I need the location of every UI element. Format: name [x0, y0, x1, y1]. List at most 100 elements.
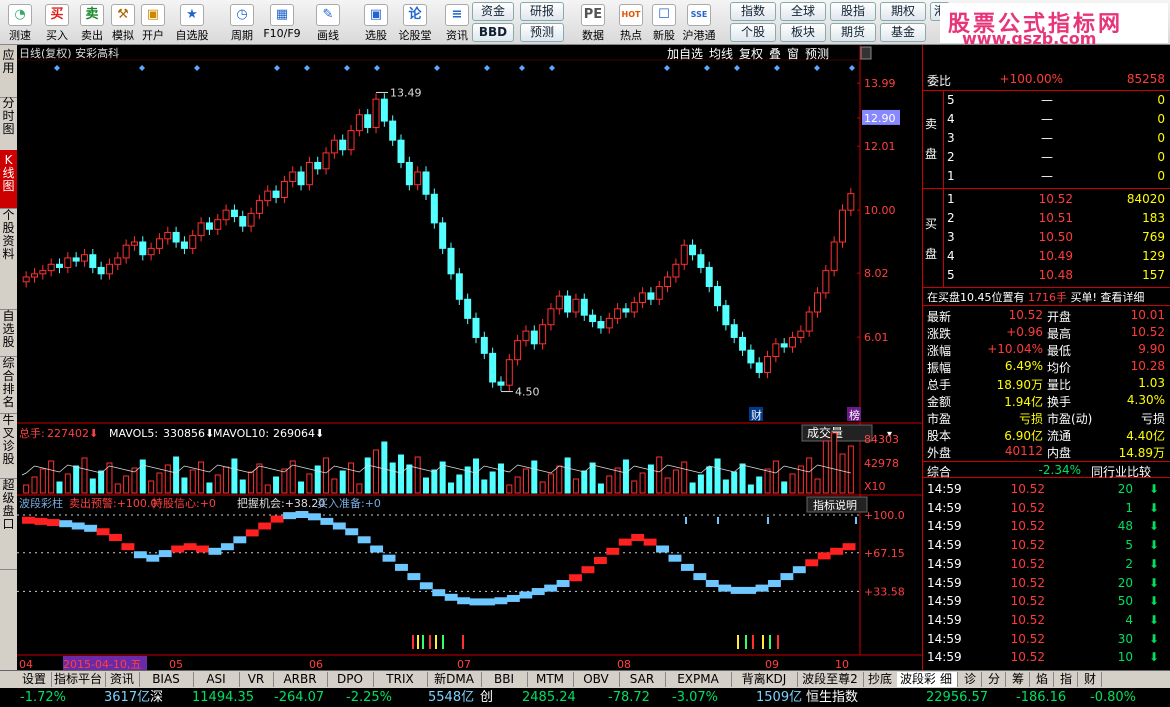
indicator-tab-5[interactable]: VR	[239, 672, 274, 687]
indicator-tab-16[interactable]: 波段至尊2	[797, 672, 864, 687]
indicator-tab-11[interactable]: MTM	[527, 672, 574, 687]
toolbar-star[interactable]: ★ 自选股	[172, 2, 212, 42]
indicator-tab-15[interactable]: 背离KDJ	[731, 672, 798, 687]
indicator-block-41	[531, 588, 545, 596]
chart-header-btn-0[interactable]: 加自选	[667, 47, 703, 61]
tick-vol-7: 4	[1125, 612, 1133, 627]
sector-compare-btn[interactable]: 同行业比较	[1091, 463, 1151, 480]
indicator-tab-0[interactable]: 设置	[17, 672, 52, 687]
indicator-tab-17[interactable]: 抄底	[863, 672, 898, 687]
candle-body-29	[264, 190, 272, 202]
indicator-block-20	[270, 515, 284, 523]
indicator-block-52	[668, 554, 682, 562]
indicator-tab-1[interactable]: 指标平台	[51, 672, 106, 687]
right-panel-tab-1[interactable]: 诊	[959, 672, 982, 687]
toolbar-btn-9[interactable]: 板块	[780, 23, 826, 42]
chart-header-btn-2[interactable]: 复权	[739, 47, 763, 61]
toolbar-hot[interactable]: HOT 热点	[614, 2, 648, 42]
candle-body-31	[280, 181, 288, 198]
candle-body-46	[405, 161, 413, 186]
toolbar-btn-5[interactable]: 全球	[780, 2, 826, 21]
right-panel-tab-5[interactable]: 指	[1055, 672, 1078, 687]
toolbar-hammer[interactable]: ⚒ 模拟	[106, 2, 140, 42]
indicator-tab-3[interactable]: BIAS	[139, 672, 194, 687]
toolbar-screen[interactable]: ▣ 选股	[356, 2, 396, 42]
toolbar-lock[interactable]: ▣ 开户	[136, 2, 170, 42]
buy-level-4: 4	[947, 249, 955, 263]
indicator-tab-6[interactable]: ARBR	[273, 672, 328, 687]
indicator-tab-12[interactable]: OBV	[573, 672, 620, 687]
indicator-explain-btn[interactable]: 指标说明	[813, 498, 857, 512]
buy-price-5: 10.48	[1038, 268, 1073, 282]
candle-body-53	[464, 298, 472, 319]
volume-bar-24	[223, 466, 230, 494]
sell-vol-2: 0	[1157, 150, 1165, 164]
right-panel-tab-0[interactable]: 细	[935, 672, 958, 687]
toolbar-forum[interactable]: 论论股堂	[395, 2, 435, 42]
toolbar-news[interactable]: ≡ 资讯	[437, 2, 477, 42]
status-item-11: 1509亿	[756, 690, 803, 705]
toolbar-hk-connect[interactable]: SSE 沪港通	[682, 2, 716, 42]
toolbar-sell[interactable]: 卖卖出	[75, 2, 109, 42]
volume-bar-83	[714, 458, 721, 494]
chart-header-btn-5[interactable]: 预测	[805, 47, 829, 61]
indicator-tab-14[interactable]: EXPMA	[665, 672, 732, 687]
toolbar-buy[interactable]: 买买入	[40, 2, 74, 42]
indicator-block-32	[419, 582, 433, 590]
notice-tail: 买单! 查看详细	[1070, 291, 1145, 304]
toolbar-btn-8[interactable]: 个股	[730, 23, 776, 42]
left-tab-1[interactable]: 分时图	[0, 93, 17, 154]
indicator-tab-13[interactable]: SAR	[619, 672, 666, 687]
toolbar-speed[interactable]: ◔ 测速	[3, 2, 37, 42]
chart-header-btn-4[interactable]: 窗	[787, 47, 799, 61]
toolbar-clock[interactable]: ◷ 周期	[222, 2, 262, 42]
toolbar-pen[interactable]: ✎ 画线	[308, 2, 348, 42]
toolbar-f10[interactable]: ▦ F10/F9	[262, 2, 302, 42]
left-tab-2[interactable]: K线图	[0, 150, 17, 209]
toolbar-btn-11[interactable]: 基金	[880, 23, 926, 42]
mavol5-value: 330856⬇	[163, 427, 214, 440]
candle-body-86	[739, 336, 747, 351]
left-tab-3[interactable]: 个股资料	[0, 205, 17, 310]
indicator-tab-8[interactable]: TRIX	[373, 672, 428, 687]
left-tab-0[interactable]: 应用	[0, 45, 17, 98]
left-tab-6[interactable]: 牛叉诊股	[0, 410, 17, 479]
chart-header-btn-3[interactable]: 叠	[769, 47, 781, 61]
toolbar-btn-0[interactable]: 资金	[472, 2, 514, 21]
candle-body-34	[305, 161, 313, 186]
indicator-tab-4[interactable]: ASI	[193, 672, 240, 687]
left-tab-5[interactable]: 综合排名	[0, 353, 17, 414]
toolbar-btn-10[interactable]: 期货	[830, 23, 876, 42]
right-panel-tab-3[interactable]: 筹	[1007, 672, 1030, 687]
toolbar-btn-7[interactable]: 期权	[880, 2, 926, 21]
kline-chart-area[interactable]: 日线(复权) 安彩高科 加自选 均线 复权叠窗预测 13.99 12.90 12.01 10.…	[17, 45, 922, 671]
indicator-hold: 持股信心:+0	[152, 496, 216, 510]
right-panel-tab-2[interactable]: 分	[983, 672, 1006, 687]
stat-label2-8: 内盘	[1047, 446, 1072, 460]
right-panel-tab-6[interactable]: 财	[1079, 672, 1102, 687]
indicator-tab-2[interactable]: 资讯	[105, 672, 140, 687]
chart-header-btn-1[interactable]: 均线	[709, 47, 733, 61]
left-tab-4[interactable]: 自选股	[0, 306, 17, 357]
toolbar-btn-6[interactable]: 股指	[830, 2, 876, 21]
volume-tab-label[interactable]: 成交量	[807, 425, 843, 440]
indicator-tab-7[interactable]: DPO	[327, 672, 374, 687]
toolbar-btn-1[interactable]: 研报	[520, 2, 564, 21]
top-stick-0	[685, 517, 687, 524]
toolbar-btn-3[interactable]: 预测	[520, 23, 564, 42]
candle-body-13	[130, 241, 138, 246]
toolbar-label: 周期	[231, 29, 253, 42]
indicator-block-57	[730, 586, 744, 594]
left-tab-7[interactable]: 超级盘口	[0, 475, 17, 570]
kline-chart-svg[interactable]: 日线(复权) 安彩高科 加自选 均线 复权叠窗预测 13.99 12.90 12.01 10.…	[17, 45, 922, 671]
toolbar-btn-2[interactable]: BBD	[472, 23, 514, 42]
toolbar-newstock[interactable]: ☐ 新股	[647, 2, 681, 42]
big-order-notice[interactable]: 在买盘10.45位置有 1716手 买单! 查看详细	[927, 289, 1144, 305]
toolbar-pe[interactable]: PE 数据	[576, 2, 610, 42]
indicator-tab-10[interactable]: BBI	[481, 672, 528, 687]
indicator-tab-9[interactable]: 新DMA	[427, 672, 482, 687]
indicator-block-25	[332, 522, 346, 530]
quote-panel: 委比 +100.00% 85258 卖盘买盘 5—0 4—0 3—0 2—0 1—0 1 10.52…	[922, 45, 1170, 670]
toolbar-btn-4[interactable]: 指数	[730, 2, 776, 21]
right-panel-tab-4[interactable]: 焰	[1031, 672, 1054, 687]
